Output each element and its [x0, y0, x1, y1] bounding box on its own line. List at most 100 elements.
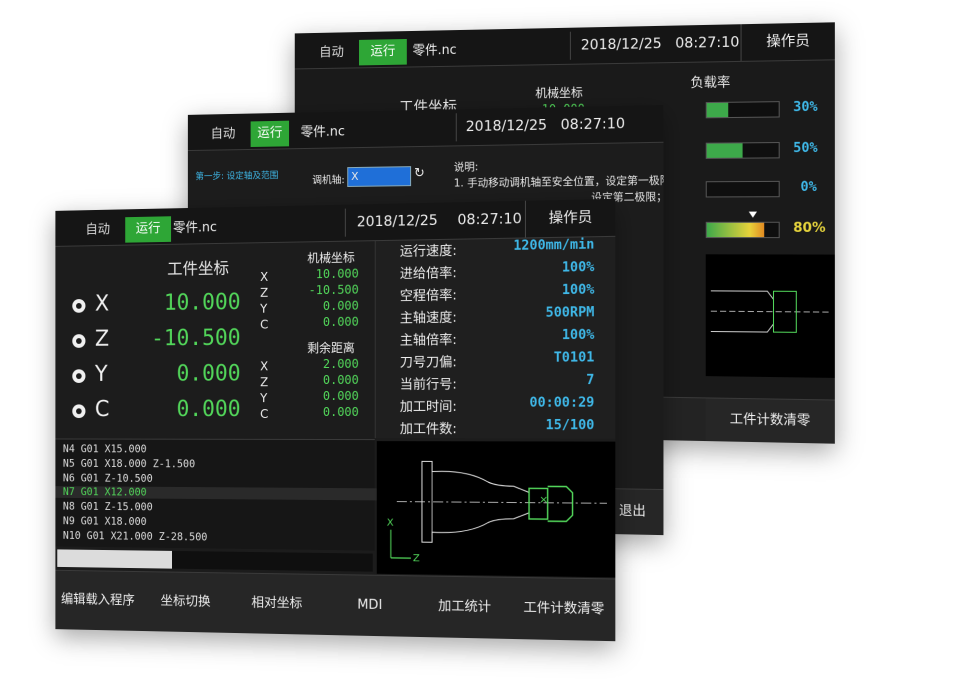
time-display: 08:27:10 [675, 34, 740, 52]
mech-axis: C [260, 317, 269, 332]
axis-label: 调机轴: [312, 175, 345, 187]
status-row: 空程倍率: 100% [399, 282, 595, 305]
edit-load-program-button[interactable]: 编辑载入程序 [55, 570, 142, 631]
note-line-1: 1. 手动移动调机轴至安全位置，设定第一极限； [453, 174, 664, 190]
reset-count-button[interactable]: 工件计数清零 [705, 398, 835, 444]
load-title: 负载率 [690, 75, 731, 92]
load-pct-2: 50% [793, 140, 818, 157]
axis-radio-icon[interactable] [72, 404, 86, 419]
operator-button[interactable]: 操作员 [524, 198, 616, 238]
status-row: 加工时间: 00:00:29 [399, 395, 595, 415]
axis-row-z: Z -10.500 [69, 326, 241, 357]
mech-value: -10.500 [308, 282, 359, 298]
program-line[interactable]: N4 G01 X15.000 [63, 443, 147, 455]
remain-axis: Z [260, 375, 269, 390]
header-bar: 自动 运行 零件.nc 2018/12/25 08:27:10 [187, 104, 664, 152]
load-bar-4 [705, 221, 780, 239]
mech-coord-title: 机械坐标 [535, 85, 583, 101]
status-panel: 运行速度: 1200mm/min 进给倍率: 100% 空程倍率: 100% 主轴速度… [374, 236, 616, 439]
load-pct-4: 80% [793, 220, 826, 237]
status-row: 当前行号: 7 [399, 372, 595, 393]
axis-row-x: X 10.000 [69, 290, 241, 321]
axis-name: Y [94, 362, 108, 387]
step-label: 第一步: 设定轴及范围 [195, 171, 279, 183]
svg-text:×: × [539, 494, 548, 506]
machining-stats-button[interactable]: 加工统计 [416, 576, 514, 640]
program-line[interactable]: N10 G01 X21.000 Z-28.500 [63, 530, 207, 543]
load-bar-1 [705, 101, 780, 119]
note-title: 说明: [453, 161, 479, 174]
date-display: 2018/12/25 [580, 35, 662, 54]
toolpath-preview [705, 254, 835, 378]
load-pct-1: 30% [793, 99, 818, 116]
time-display: 08:27:10 [560, 115, 626, 134]
tab-run[interactable]: 运行 [125, 216, 172, 243]
remain-value: 0.000 [322, 372, 359, 388]
mech-value: 0.000 [322, 314, 359, 330]
program-line-active[interactable]: N7 G01 X12.000 [55, 486, 379, 501]
file-name: 零件.nc [172, 220, 217, 236]
axis-value: 0.000 [176, 397, 241, 422]
tab-auto[interactable]: 自动 [308, 40, 355, 66]
program-line[interactable]: N6 G01 Z-10.500 [63, 473, 153, 485]
coord-switch-button[interactable]: 坐标切换 [140, 572, 232, 633]
axis-row-y: Y 0.000 [69, 362, 241, 392]
axis-radio-icon[interactable] [72, 334, 86, 348]
remain-title: 剩余距离 [307, 340, 355, 356]
progress-track [57, 549, 373, 572]
remain-axis: X [260, 359, 269, 374]
work-coord-title: 工件坐标 [167, 258, 229, 279]
axis-radio-icon[interactable] [72, 369, 86, 383]
toolpath-view: × X Z [376, 441, 616, 578]
function-bar: 编辑载入程序 坐标切换 相对坐标 MDI 加工统计 工件计数清零 [55, 569, 616, 642]
mech-axis: Y [260, 301, 268, 316]
tab-auto[interactable]: 自动 [199, 122, 247, 148]
date-display: 2018/12/25 [465, 117, 548, 136]
axis-name: C [94, 397, 110, 422]
progress-fill [57, 549, 172, 569]
load-marker-icon [748, 211, 757, 218]
status-row: 运行速度: 1200mm/min [399, 237, 595, 260]
file-name: 零件.nc [412, 42, 457, 59]
axis-x-label: X [387, 517, 394, 528]
time-display: 08:27:10 [457, 211, 522, 229]
axis-radio-icon[interactable] [72, 299, 86, 313]
remain-value: 0.000 [322, 388, 359, 404]
status-row: 主轴速度: 500RPM [399, 304, 595, 327]
mech-value: 0.000 [322, 298, 359, 314]
file-name: 零件.nc [300, 124, 345, 141]
tab-run[interactable]: 运行 [250, 120, 290, 147]
remain-value: 0.000 [322, 404, 359, 420]
tab-auto[interactable]: 自动 [70, 217, 125, 243]
date-display: 2018/12/25 [356, 212, 438, 231]
axis-name: Z [94, 327, 110, 352]
refresh-icon[interactable]: ↻ [414, 166, 425, 181]
mech-value: 10.000 [315, 266, 359, 282]
load-pct-3: 0% [800, 179, 817, 196]
program-line[interactable]: N9 G01 X18.000 [63, 515, 147, 528]
status-row: 加工件数: 15/100 [399, 417, 595, 438]
status-row: 刀号刀偏: T0101 [399, 350, 595, 371]
program-list[interactable]: N4 G01 X15.000 N5 G01 X18.000 Z-1.500 N6… [55, 438, 379, 551]
relative-coord-button[interactable]: 相对坐标 [230, 573, 325, 635]
mdi-button[interactable]: MDI [323, 574, 418, 637]
remain-value: 2.000 [322, 356, 359, 372]
axis-select[interactable]: X [347, 166, 412, 187]
tab-run[interactable]: 运行 [359, 38, 407, 66]
program-line[interactable]: N8 G01 Z-15.000 [63, 501, 153, 514]
status-row: 进给倍率: 100% [399, 259, 595, 283]
axis-z-label: Z [413, 553, 420, 564]
header-bar: 自动 运行 零件.nc 2018/12/25 08:27:10 操作员 [294, 22, 835, 70]
mech-coord-title: 机械坐标 [307, 250, 355, 266]
reset-count-button[interactable]: 工件计数清零 [512, 577, 616, 642]
program-line[interactable]: N5 G01 X18.000 Z-1.500 [63, 458, 195, 470]
axis-value: -10.500 [151, 325, 241, 352]
axis-name: X [94, 291, 110, 317]
status-row: 主轴倍率: 100% [399, 327, 595, 349]
axis-value: 0.000 [176, 361, 241, 387]
mech-axis: Z [260, 285, 269, 300]
remain-axis: C [260, 407, 269, 421]
axis-row-c: C 0.000 [69, 397, 241, 427]
operator-button[interactable]: 操作员 [740, 22, 835, 61]
axis-value: 10.000 [163, 290, 241, 316]
